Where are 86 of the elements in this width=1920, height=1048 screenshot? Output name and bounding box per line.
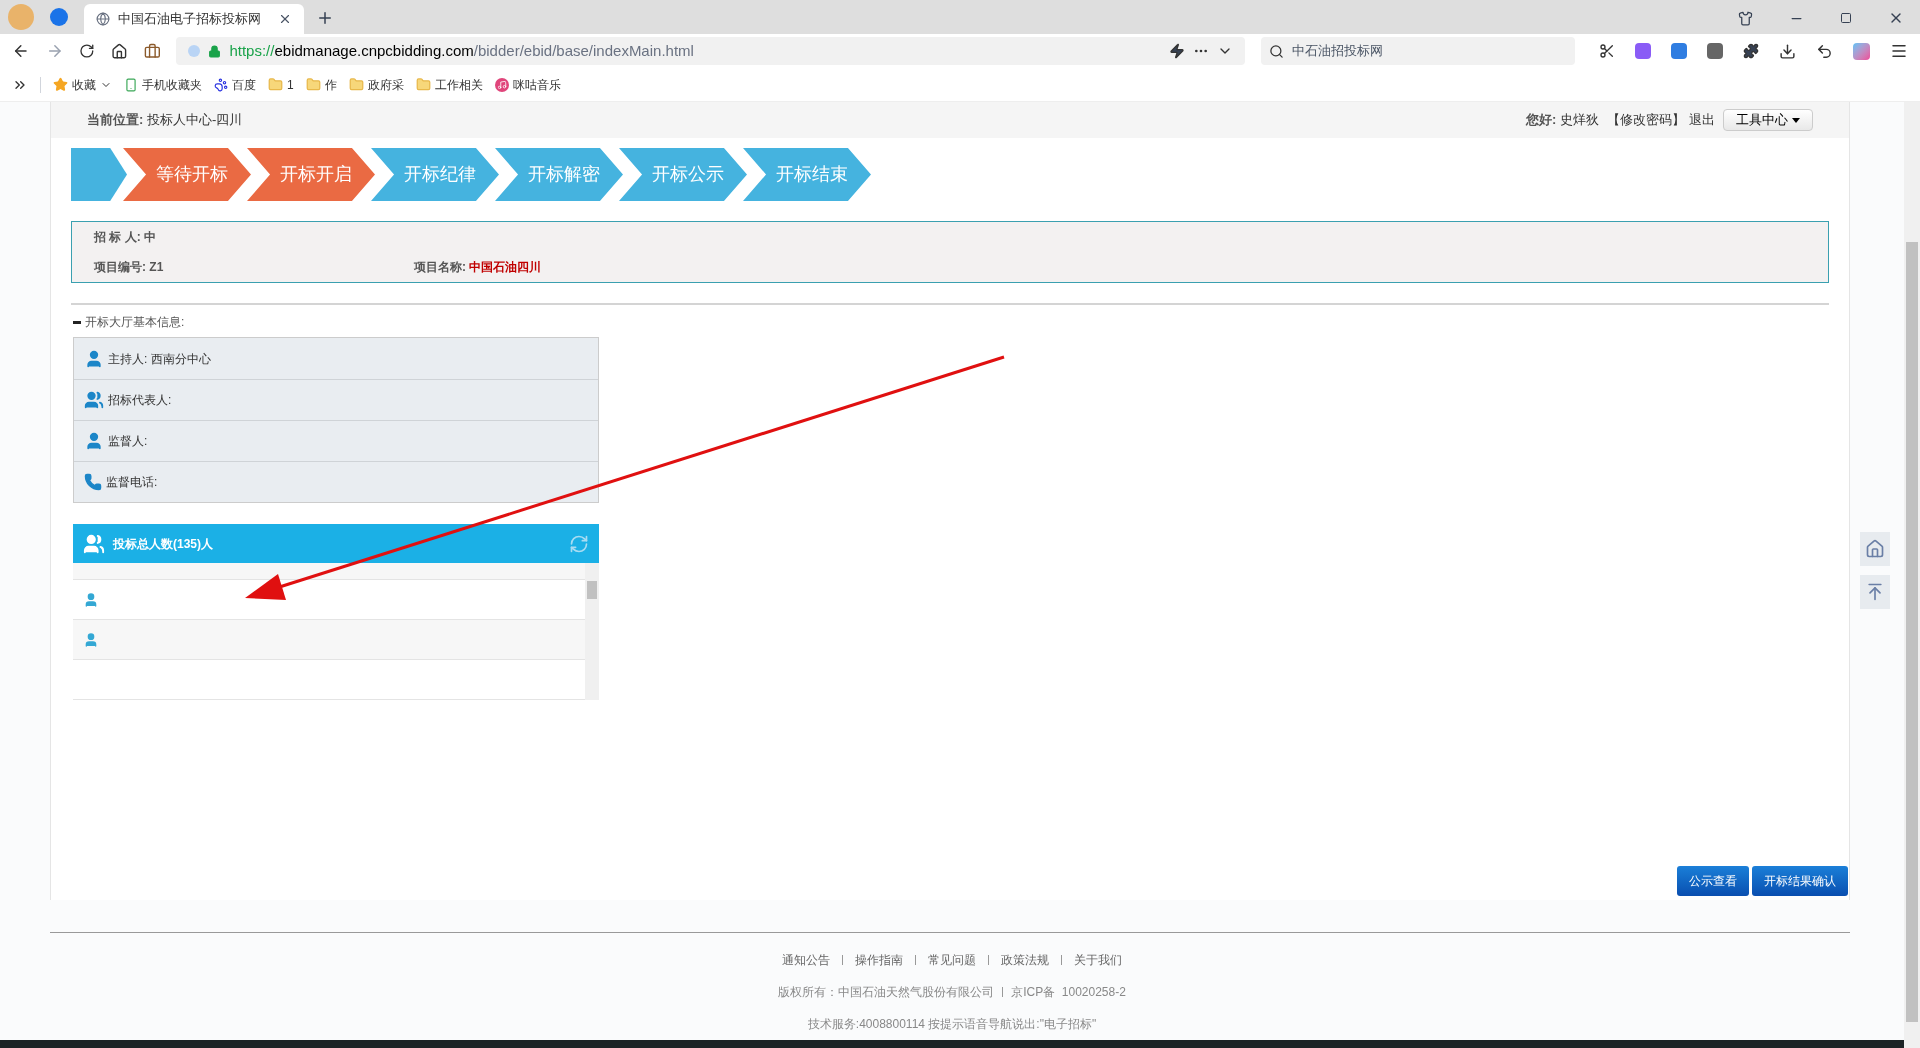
bookmark-item[interactable]: 手机收藏夹 [124,75,202,94]
breadcrumb: 当前位置: 投标人中心-四川 [87,111,243,130]
footer-link[interactable]: 常见问题 [928,951,976,969]
scissors-icon[interactable] [1599,43,1615,59]
step-chevron: 开标公示 [619,148,747,201]
folder-icon [268,77,283,92]
tools-button[interactable]: 工具中心 [1723,109,1813,131]
phone-icon [84,473,102,491]
back-icon[interactable] [12,42,30,60]
search-icon [1268,43,1284,59]
undo-icon[interactable] [1816,42,1833,60]
folder-icon [305,77,321,92]
star-icon [53,77,68,92]
footer-link[interactable]: 关于我们 [1074,951,1122,969]
home-button[interactable] [1860,532,1890,566]
briefcase-icon[interactable] [143,42,161,60]
page-scrollbar[interactable] [1904,102,1920,1048]
person-icon [83,591,99,608]
bookmark-item[interactable]: 咪咕音乐 [494,75,561,94]
info-label: 监督人: [108,433,148,450]
info-label: 招标代表人: [108,392,172,409]
bookmark-item[interactable]: 工作相关 [415,75,483,94]
address-bar[interactable]: https://ebidmanage.cnpcbidding.com/bidder/ebid/base/indexMain.html [176,37,1245,65]
home-icon [1865,539,1885,559]
step-chevron: 开标纪律 [371,148,499,201]
scrollbar[interactable] [585,563,599,700]
footer-link[interactable]: 政策法规 [1001,951,1049,969]
lightning-icon[interactable] [1168,43,1185,59]
reload-icon[interactable] [79,43,96,59]
people-icon [83,532,105,555]
people-icon [84,390,104,410]
action-button[interactable]: 开标结果确认 [1752,866,1848,896]
person-icon [84,431,104,451]
support-text: 技术服务:4008800114 按提示语音导航说出:"电子招标" [807,1016,1097,1033]
extension-icon[interactable] [1743,43,1759,59]
url-text: https://ebidmanage.cnpcbidding.com/bidder/ebid/base/indexMain.html [229,40,694,61]
footer-link[interactable]: 操作指南 [855,951,903,969]
home-icon[interactable] [111,42,128,60]
maximize-icon[interactable] [1840,12,1852,24]
bookmark-item[interactable]: 百度 [214,75,256,94]
info-label: 监督电话: [106,474,158,491]
bookmark-item[interactable]: 政府采 [348,75,404,94]
info-label: 主持人: 西南分中心 [108,350,211,368]
bookmark-item[interactable]: 1 [268,75,294,94]
lock-icon [208,44,222,58]
person-icon [84,348,104,369]
search-field[interactable]: 中石油招投标网 [1291,41,1567,61]
bookmark-item[interactable]: 作 [305,75,337,94]
caret-icon [1792,117,1800,123]
search-box[interactable]: 中石油招投标网 [1260,37,1575,65]
footer-link[interactable]: 通知公告 [782,951,830,969]
download-icon[interactable] [1779,42,1796,60]
step-chevron: 开标解密 [495,148,623,201]
bidder-row[interactable] [73,563,585,580]
logout-link[interactable]: 退出 [1689,110,1715,130]
person-icon [83,631,99,648]
icp-text: 京ICP备 10020258-2 [1011,984,1126,1001]
browser-tab[interactable]: 中国石油电子招标投标网 [84,4,304,34]
project-field: 项目名称: 中国石油四川 [414,258,1806,276]
step-chevron: 开标结束 [743,148,871,201]
copyright-text: 版权所有：中国石油天然气股份有限公司 [778,984,995,1001]
bookmark-item[interactable]: 收藏 [53,75,112,94]
bidders-title: 投标总人数(135)人 [113,535,213,553]
paw-icon [214,77,228,92]
step-chevron: 开标开启 [247,148,375,201]
collapse-icon[interactable] [73,320,81,324]
music-icon [494,77,509,92]
menu-icon[interactable] [1890,42,1908,60]
avatar-icon [8,4,34,30]
project-field: 招 标 人: 中 [94,228,1806,246]
action-button[interactable]: 公示查看 [1677,866,1749,896]
greeting-text: 您好: 史烊狄 [1526,111,1599,130]
change-password-link[interactable]: 【修改密码】 [1607,110,1685,130]
folder-icon [348,77,364,92]
globe-icon [96,12,110,26]
step-chevron: 等待开标 [123,148,251,201]
project-field: 项目编号: Z1 [94,258,414,276]
section-title: 开标大厅基本信息: [85,314,185,331]
back-to-top-icon [1865,582,1885,602]
new-tab-icon[interactable] [316,9,334,27]
tab-title: 中国石油电子招标投标网 [118,10,262,29]
shirt-icon[interactable] [1738,10,1753,26]
close-icon[interactable] [278,12,292,26]
back-to-top-button[interactable] [1860,575,1890,609]
folder-icon [415,77,431,92]
phone-icon [124,77,138,92]
